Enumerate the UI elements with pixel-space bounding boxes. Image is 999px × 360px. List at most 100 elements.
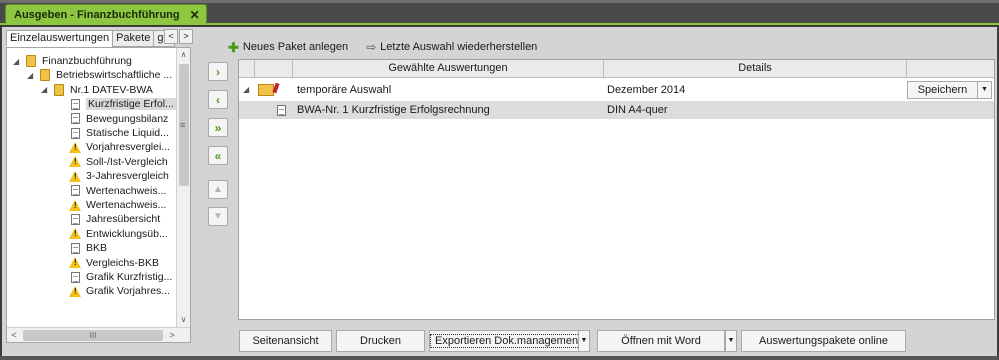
bottom-border — [0, 356, 999, 360]
warning-icon: ! — [67, 141, 83, 153]
expander-icon[interactable]: ◢ — [243, 80, 249, 100]
tree-item[interactable]: Grafik Kurzfristig... — [57, 270, 172, 284]
expander-icon[interactable]: ◢ — [13, 57, 23, 66]
tab-einzelauswertungen[interactable]: Einzelauswertungen — [6, 30, 114, 47]
tree-item-label: BKB — [86, 242, 108, 255]
tree-item[interactable]: ! 3-Jahresvergleich — [57, 169, 169, 183]
tree-item[interactable]: Wertenachweis... — [57, 184, 166, 198]
tab-scroll-left-button[interactable]: < — [164, 29, 178, 44]
package-icon — [258, 80, 274, 100]
tree-item[interactable]: Kurzfristige Erfol... — [57, 97, 176, 111]
top-border — [0, 0, 999, 3]
tree-item-label: Jahresübersicht — [86, 213, 161, 226]
tree-item[interactable]: ! Soll-/Ist-Vergleich — [57, 155, 168, 169]
tree-item[interactable]: ! Grafik Vorjahres... — [57, 284, 170, 298]
report-tree: ◢ Finanzbuchführung ◢ Betriebswirtschaftlic… — [6, 47, 191, 343]
tree-item-label: Grafik Vorjahres... — [86, 285, 171, 298]
restore-selection-label: Letzte Auswahl wiederherstellen — [380, 41, 538, 53]
left-panel: Einzelauswertungen Pakete geö < > ◢ Finan… — [3, 26, 195, 346]
tree-item[interactable]: ! Wertenachweis... — [57, 198, 166, 212]
tree-item[interactable]: ◢ Nr.1 DATEV-BWA — [41, 83, 153, 97]
scroll-down-arrow[interactable]: ∨ — [177, 313, 190, 327]
column-header-reports[interactable]: Gewählte Auswertungen — [293, 60, 604, 78]
save-button[interactable]: Speichern — [907, 81, 978, 99]
folder-icon — [51, 83, 67, 96]
tree-item[interactable]: ! Entwicklungsüb... — [57, 227, 168, 241]
grid-header: Gewählte Auswertungen Details — [239, 60, 994, 78]
tree-item-label: Entwicklungsüb... — [86, 227, 168, 240]
document-icon — [67, 127, 83, 139]
warning-icon: ! — [67, 199, 83, 211]
expander-icon[interactable]: ◢ — [27, 71, 37, 80]
tree-item[interactable]: Bewegungsbilanz — [57, 112, 168, 126]
document-icon — [67, 113, 83, 125]
tree-item-label: Wertenachweis... — [86, 199, 167, 211]
move-down-button[interactable]: ▼ — [208, 207, 228, 226]
print-button[interactable]: Drucken — [336, 330, 425, 352]
save-dropdown-button[interactable]: ▼ — [977, 81, 992, 99]
tree-item-label: Grafik Kurzfristig... — [86, 271, 173, 283]
tab-scroll-right-button[interactable]: > — [179, 29, 193, 44]
tree-item-label: Wertenachweis... — [86, 184, 167, 197]
document-icon — [277, 101, 286, 119]
hscroll-thumb[interactable]: III — [23, 329, 163, 341]
move-up-button[interactable]: ▲ — [208, 180, 228, 199]
open-with-word-button[interactable]: Öffnen mit Word — [597, 330, 725, 352]
tree-item[interactable]: ◢ Betriebswirtschaftliche ... — [27, 68, 172, 82]
add-all-button[interactable]: » — [208, 118, 228, 137]
tree-item[interactable]: Jahresübersicht — [57, 212, 160, 226]
close-icon[interactable]: ✕ — [190, 8, 200, 22]
scroll-up-arrow[interactable]: ∧ — [177, 48, 190, 62]
remove-selected-button[interactable]: ‹ — [208, 90, 228, 109]
scroll-right-arrow[interactable]: > — [165, 330, 179, 340]
document-icon — [67, 242, 83, 254]
warning-icon: ! — [67, 170, 83, 182]
tree-horizontal-scrollbar[interactable]: < III > — [7, 327, 190, 342]
table-row[interactable]: BWA-Nr. 1 Kurzfristige Erfolgsrechnung D… — [239, 101, 994, 119]
remove-all-button[interactable]: « — [208, 146, 228, 165]
export-dms-label: Exportieren Dok.management — [430, 334, 587, 348]
report-details: DIN A4-quer — [607, 104, 668, 116]
folder-icon — [23, 55, 39, 67]
open-with-word-dropdown-button[interactable]: ▼ — [725, 330, 737, 352]
warning-icon: ! — [67, 257, 83, 269]
document-icon — [67, 98, 83, 110]
tree-item-label: Betriebswirtschaftliche ... — [56, 69, 173, 82]
tree-item[interactable]: BKB — [57, 241, 107, 255]
tree-item[interactable]: ◢ Finanzbuchführung — [13, 54, 132, 68]
tree-item[interactable]: ! Vorjahresverglei... — [57, 140, 170, 154]
package-toolbar: ✚ Neues Paket anlegen ⇨ Letzte Auswahl w… — [228, 39, 537, 55]
warning-icon: ! — [67, 285, 83, 297]
grid-header-action — [907, 60, 994, 78]
arrow-right-icon: ⇨ — [366, 40, 377, 54]
restore-selection-button[interactable]: ⇨ Letzte Auswahl wiederherstellen — [366, 40, 537, 54]
tree-item-label: Soll-/Ist-Vergleich — [86, 155, 168, 168]
expander-icon[interactable]: ◢ — [41, 85, 51, 94]
export-dropdown-button[interactable]: ▼ — [578, 330, 590, 352]
add-selected-button[interactable]: › — [208, 62, 228, 81]
left-tab-bar: Einzelauswertungen Pakete geö — [6, 30, 176, 47]
tab-ausgeben-finanzbuchfuehrung[interactable]: Ausgeben - Finanzbuchführung ✕ — [5, 4, 207, 24]
warning-icon: ! — [67, 156, 83, 168]
tab-title: Ausgeben - Finanzbuchführung — [14, 8, 180, 21]
scroll-grip-icon: ≡ — [180, 120, 186, 130]
tree-item-label: Statische Liquid... — [86, 127, 169, 139]
new-package-button[interactable]: ✚ Neues Paket anlegen — [228, 41, 349, 54]
tree-vertical-scrollbar[interactable]: ∧ ≡ ∨ — [176, 48, 190, 327]
tab-pakete[interactable]: Pakete — [112, 30, 155, 47]
table-row[interactable]: ◢ temporäre Auswahl Dezember 2014 Speich… — [239, 80, 994, 100]
export-dms-button[interactable]: Exportieren Dok.management — [429, 330, 587, 352]
package-name: temporäre Auswahl — [297, 84, 392, 96]
document-icon — [67, 185, 83, 197]
grid-header-icon — [255, 60, 293, 78]
scroll-left-arrow[interactable]: < — [7, 330, 21, 340]
selected-reports-grid: Gewählte Auswertungen Details ◢ temporär… — [238, 59, 995, 320]
new-package-label: Neues Paket anlegen — [242, 41, 349, 53]
report-packages-online-button[interactable]: Auswertungspakete online — [741, 330, 906, 352]
tree-item[interactable]: Statische Liquid... — [57, 126, 169, 140]
page-preview-button[interactable]: Seitenansicht — [239, 330, 332, 352]
column-header-details[interactable]: Details — [604, 60, 907, 78]
report-name: BWA-Nr. 1 Kurzfristige Erfolgsrechnung — [297, 104, 490, 116]
tree-item[interactable]: ! Vergleichs-BKB — [57, 256, 159, 270]
tree-item-label: Kurzfristige Erfol... — [86, 98, 176, 111]
